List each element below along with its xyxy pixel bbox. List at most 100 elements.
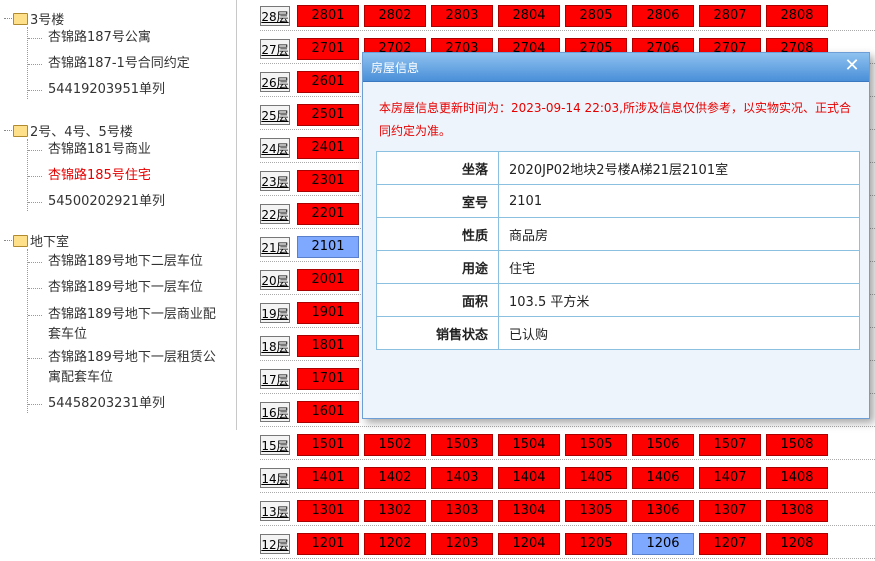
info-value: 103.5 平方米 [498,283,860,317]
unit-cell[interactable]: 1308 [766,500,828,522]
info-row: 性质 商品房 [376,217,860,251]
tree-group-label: 2号、4号、5号楼 [30,125,133,140]
unit-cell[interactable]: 1307 [699,500,761,522]
row-divider [260,558,875,559]
unit-cell[interactable]: 1404 [498,467,560,489]
unit-cell[interactable]: 1302 [364,500,426,522]
unit-cell[interactable]: 1408 [766,467,828,489]
building-tree: 3号楼杏锦路187号公寓杏锦路187-1号合同约定 54419203951单列 2号… [0,0,237,430]
unit-cell[interactable]: 2803 [431,5,493,27]
close-icon[interactable]: ✕ [843,57,861,75]
unit-cell[interactable]: 1504 [498,434,560,456]
unit-cell[interactable]: 2601 [297,71,359,93]
unit-cell[interactable]: 2001 [297,269,359,291]
unit-cell[interactable]: 2805 [565,5,627,27]
unit-cell[interactable]: 1207 [699,533,761,555]
floor-label[interactable]: 12层 [260,534,290,554]
floor-label[interactable]: 23层 [260,171,290,191]
floor-label[interactable]: 22层 [260,204,290,224]
tree-item[interactable]: 杏锦路189号地下一层车位 [22,278,203,298]
row-divider [260,525,875,526]
tree-group[interactable]: 地下室 [4,231,69,250]
unit-cell[interactable]: 1801 [297,335,359,357]
floor-label[interactable]: 19层 [260,303,290,323]
tree-item[interactable]: 杏锦路189号地下二层车位 [22,252,203,272]
unit-cell[interactable]: 1407 [699,467,761,489]
tree-item[interactable]: 杏锦路187-1号合同约定 [22,54,190,74]
unit-cell[interactable]: 2501 [297,104,359,126]
floor-label[interactable]: 26层 [260,72,290,92]
unit-cell[interactable]: 2808 [766,5,828,27]
unit-cell[interactable]: 1304 [498,500,560,522]
unit-cell[interactable]: 2806 [632,5,694,27]
tree-item[interactable]: 54458203231单列 [22,394,165,414]
floor-label[interactable]: 18层 [260,336,290,356]
unit-cell[interactable]: 1301 [297,500,359,522]
unit-cell[interactable]: 2801 [297,5,359,27]
row-divider [260,492,875,493]
unit-cell[interactable]: 2401 [297,137,359,159]
unit-cell[interactable]: 1506 [632,434,694,456]
unit-cell[interactable]: 1203 [431,533,493,555]
floor-label[interactable]: 27层 [260,39,290,59]
tree-group[interactable]: 3号楼 [4,9,64,28]
info-key: 用途 [376,250,499,284]
unit-cell[interactable]: 2804 [498,5,560,27]
unit-cell[interactable]: 1403 [431,467,493,489]
unit-cell[interactable]: 2101 [297,236,359,258]
tree-item[interactable]: 54500202921单列 [22,192,165,212]
unit-cell[interactable]: 1206 [632,533,694,555]
floor-label[interactable]: 28层 [260,6,290,26]
floor-row: 13层 1301 1302 1303 1304 1305 1306 1307 1308 [260,495,875,528]
unit-cell[interactable]: 2802 [364,5,426,27]
unit-cell[interactable]: 1503 [431,434,493,456]
tree-item[interactable]: 杏锦路187号公寓 [22,28,151,48]
unit-cell[interactable]: 1305 [565,500,627,522]
tree-item[interactable]: 杏锦路189号地下一层租赁公 寓配套车位 [22,348,216,388]
unit-cell[interactable]: 1405 [565,467,627,489]
unit-cell[interactable]: 1508 [766,434,828,456]
unit-cell[interactable]: 2807 [699,5,761,27]
unit-cell[interactable]: 2701 [297,38,359,60]
floor-label[interactable]: 20层 [260,270,290,290]
unit-cell[interactable]: 1401 [297,467,359,489]
tree-item-label: 杏锦路181号商业 [48,142,151,157]
tree-connector [28,358,42,359]
floor-label[interactable]: 16层 [260,402,290,422]
tree-group[interactable]: 2号、4号、5号楼 [4,121,133,140]
floor-label[interactable]: 15层 [260,435,290,455]
floor-label[interactable]: 14层 [260,468,290,488]
unit-cell[interactable]: 1201 [297,533,359,555]
tree-connector [28,38,42,39]
unit-cell[interactable]: 1202 [364,533,426,555]
floor-label[interactable]: 17层 [260,369,290,389]
unit-cell[interactable]: 1601 [297,401,359,423]
tree-item[interactable]: 杏锦路189号地下一层商业配 套车位 [22,305,216,345]
unit-cell[interactable]: 1701 [297,368,359,390]
dialog-titlebar[interactable]: 房屋信息 ✕ [363,53,869,82]
tree-item[interactable]: 杏锦路185号住宅 [22,166,151,186]
unit-cell[interactable]: 1306 [632,500,694,522]
unit-cell[interactable]: 1507 [699,434,761,456]
unit-cell[interactable]: 1402 [364,467,426,489]
unit-cell[interactable]: 1501 [297,434,359,456]
unit-cell[interactable]: 2201 [297,203,359,225]
unit-cell[interactable]: 1406 [632,467,694,489]
tree-group-label: 3号楼 [30,13,65,28]
unit-cell[interactable]: 1205 [565,533,627,555]
tree-item[interactable]: 54419203951单列 [22,80,165,100]
unit-cell[interactable]: 1901 [297,302,359,324]
unit-cell[interactable]: 1502 [364,434,426,456]
floor-label[interactable]: 25层 [260,105,290,125]
unit-cell[interactable]: 1208 [766,533,828,555]
unit-cell[interactable]: 1505 [565,434,627,456]
floor-label[interactable]: 13层 [260,501,290,521]
tree-item[interactable]: 杏锦路181号商业 [22,140,151,160]
unit-cell[interactable]: 1303 [431,500,493,522]
tree-item-label: 杏锦路187号公寓 [48,30,151,45]
unit-cell[interactable]: 2301 [297,170,359,192]
tree-connector [28,288,42,289]
floor-label[interactable]: 24层 [260,138,290,158]
unit-cell[interactable]: 1204 [498,533,560,555]
floor-label[interactable]: 21层 [260,237,290,257]
